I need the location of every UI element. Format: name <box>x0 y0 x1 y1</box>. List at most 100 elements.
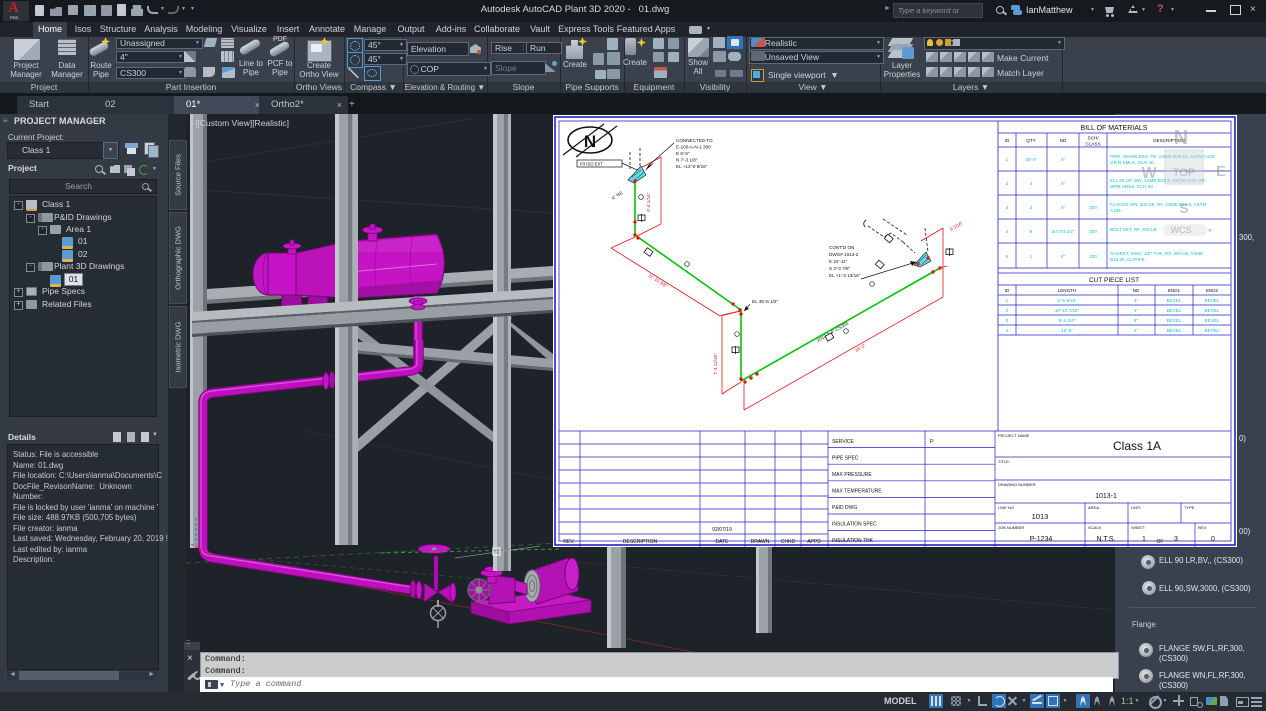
svg-text:BEVEL: BEVEL <box>1167 298 1182 303</box>
svg-text:6'-4 3/4": 6'-4 3/4" <box>1059 318 1076 323</box>
svg-text:4": 4" <box>1061 205 1066 210</box>
svg-text:1: 1 <box>1142 536 1146 543</box>
svg-text:FLANGE WN, 300 LB, RF, ASME B1: FLANGE WN, 300 LB, RF, ASME B16.5, ASTM <box>1110 202 1206 207</box>
svg-text:A105: A105 <box>1110 208 1121 213</box>
svg-text:15'-3": 15'-3" <box>1061 328 1073 333</box>
svg-text:W: W <box>1141 165 1157 182</box>
svg-text:PROJECT NAME: PROJECT NAME <box>998 433 1030 438</box>
svg-text:DWG# 1013-2: DWG# 1013-2 <box>829 252 859 257</box>
svg-text:B16.20, CL/PIPE: B16.20, CL/PIPE <box>1110 257 1145 262</box>
svg-text:LINE NO: LINE NO <box>998 505 1014 510</box>
svg-text:CHKD: CHKD <box>781 539 796 545</box>
svg-text:GASKET, SWG, 1/8" THK, RF, 300: GASKET, SWG, 1/8" THK, RF, 300 LB, ASME <box>1110 251 1203 256</box>
svg-text:CUT PIECE LIST: CUT PIECE LIST <box>1089 277 1139 284</box>
svg-text:WCS: WCS <box>1171 225 1192 235</box>
svg-text:N.T.S.: N.T.S. <box>1096 536 1115 543</box>
svg-text:BEVEL: BEVEL <box>1205 318 1220 323</box>
svg-text:2: 2 <box>1030 205 1033 210</box>
svg-text:N 7'-3 1/8": N 7'-3 1/8" <box>676 158 698 163</box>
svg-text:3'-4 1/16": 3'-4 1/16" <box>646 192 651 212</box>
svg-text:EL +1'-3 13/16": EL +1'-3 13/16" <box>829 273 861 278</box>
svg-text:BOLT SET, RF, 300 LB: BOLT SET, RF, 300 LB <box>1110 227 1157 232</box>
svg-text:SCH/: SCH/ <box>1088 136 1100 141</box>
svg-text:2'-6 9/16": 2'-6 9/16" <box>1057 298 1077 303</box>
svg-text:CONNECTED TO: CONNECTED TO <box>676 138 713 143</box>
svg-text:4: 4 <box>1006 229 1009 234</box>
svg-text:4": 4" <box>1061 254 1066 259</box>
svg-text:REV:: REV: <box>1198 525 1207 530</box>
svg-text:N: N <box>1174 127 1188 149</box>
svg-text:8: 8 <box>1030 229 1033 234</box>
svg-text:INSULATION SPEC: INSULATION SPEC <box>832 522 877 528</box>
svg-text:CONT'D ON: CONT'D ON <box>829 245 854 250</box>
svg-text:EL +12'-0 9/16": EL +12'-0 9/16" <box>676 164 708 169</box>
svg-text:LENGTH: LENGTH <box>1058 288 1077 293</box>
svg-text:ID: ID <box>1005 138 1010 143</box>
svg-text:P-1234: P-1234 <box>1030 536 1053 543</box>
svg-text:BEVEL: BEVEL <box>1205 308 1220 313</box>
svg-text:10'-10 7/16": 10'-10 7/16" <box>1055 308 1080 313</box>
svg-text:MAX PRESSURE: MAX PRESSURE <box>832 472 872 478</box>
svg-text:4: 4 <box>1030 181 1033 186</box>
svg-text:35'-4": 35'-4" <box>1025 157 1037 162</box>
svg-text:BILL OF MATERIALS: BILL OF MATERIALS <box>1081 125 1148 132</box>
svg-text:E 6'-8": E 6'-8" <box>676 151 690 156</box>
svg-text:SHEET:: SHEET: <box>1131 525 1145 530</box>
svg-text:MAX TEMPERATURE: MAX TEMPERATURE <box>832 489 882 495</box>
svg-text:TYPE: TYPE <box>1184 505 1195 510</box>
svg-text:UNIT:: UNIT: <box>1131 505 1141 510</box>
svg-text:3: 3 <box>1174 536 1178 543</box>
svg-text:SCALE:: SCALE: <box>1088 525 1102 530</box>
svg-text:3: 3 <box>1006 318 1009 323</box>
svg-text:0: 0 <box>1211 536 1215 543</box>
svg-text:INSULATION THK: INSULATION THK <box>832 538 874 544</box>
svg-text:END2: END2 <box>1206 288 1219 293</box>
svg-text:300: 300 <box>1089 205 1097 210</box>
svg-text:4": 4" <box>1061 157 1066 162</box>
svg-text:02/07/19: 02/07/19 <box>712 527 732 533</box>
svg-text:ID: ID <box>1005 288 1010 293</box>
svg-text:DRAWN: DRAWN <box>751 539 770 545</box>
svg-text:4": 4" <box>1134 328 1139 333</box>
svg-text:DESCRIPTION: DESCRIPTION <box>623 539 658 545</box>
svg-text:3/4"X4 1/2": 3/4"X4 1/2" <box>1052 229 1075 234</box>
svg-text:BEVEL: BEVEL <box>1205 328 1220 333</box>
svg-text:BEVEL: BEVEL <box>1205 298 1220 303</box>
svg-text:S 3'-3 7/8": S 3'-3 7/8" <box>829 266 851 271</box>
svg-text:TOP: TOP <box>1173 167 1195 179</box>
svg-text:CLASS: CLASS <box>1085 142 1100 147</box>
svg-text:QTY: QTY <box>1026 138 1035 143</box>
svg-text:E 22'-11": E 22'-11" <box>829 259 848 264</box>
svg-text:BEVEL: BEVEL <box>1167 308 1182 313</box>
svg-text:2: 2 <box>1006 181 1009 186</box>
svg-text:OF: OF <box>1157 539 1164 545</box>
svg-text:BEVEL: BEVEL <box>1167 318 1182 323</box>
svg-text:Class 1A: Class 1A <box>1113 439 1161 453</box>
svg-text:▼: ▼ <box>1207 228 1214 235</box>
svg-text:1: 1 <box>1006 157 1009 162</box>
svg-text:1013-1: 1013-1 <box>1095 493 1117 500</box>
svg-text:3: 3 <box>1006 205 1009 210</box>
svg-text:E-100-A-N-1 300: E-100-A-N-1 300 <box>676 145 711 150</box>
svg-text:WPB SMLS, SCH 40: WPB SMLS, SCH 40 <box>1110 184 1153 189</box>
svg-text:1: 1 <box>1030 254 1033 259</box>
svg-text:4": 4" <box>1134 318 1139 323</box>
svg-text:2: 2 <box>1006 308 1009 313</box>
svg-text:4": 4" <box>1134 308 1139 313</box>
svg-text:4: 4 <box>1006 328 1009 333</box>
svg-text:APPD: APPD <box>807 539 821 545</box>
svg-text:BEVEL: BEVEL <box>1167 328 1182 333</box>
svg-text:ND: ND <box>1133 288 1140 293</box>
svg-text:E: E <box>1216 163 1226 180</box>
svg-text:SERVICE: SERVICE <box>832 439 855 445</box>
svg-text:4": 4" <box>1061 181 1066 186</box>
svg-text:JOB NUMBER: JOB NUMBER <box>998 525 1024 530</box>
svg-text:REV.: REV. <box>563 539 574 545</box>
svg-text:P3 ISO EXT: P3 ISO EXT <box>580 162 603 167</box>
svg-text:7'-4 11/16": 7'-4 11/16" <box>713 353 718 375</box>
svg-text:[-][Custom View][Realistic]: [-][Custom View][Realistic] <box>190 118 289 128</box>
svg-text:4": 4" <box>1134 298 1139 303</box>
svg-text:1013: 1013 <box>1032 512 1049 521</box>
svg-text:END1: END1 <box>1168 288 1181 293</box>
svg-text:ND: ND <box>1060 138 1067 143</box>
